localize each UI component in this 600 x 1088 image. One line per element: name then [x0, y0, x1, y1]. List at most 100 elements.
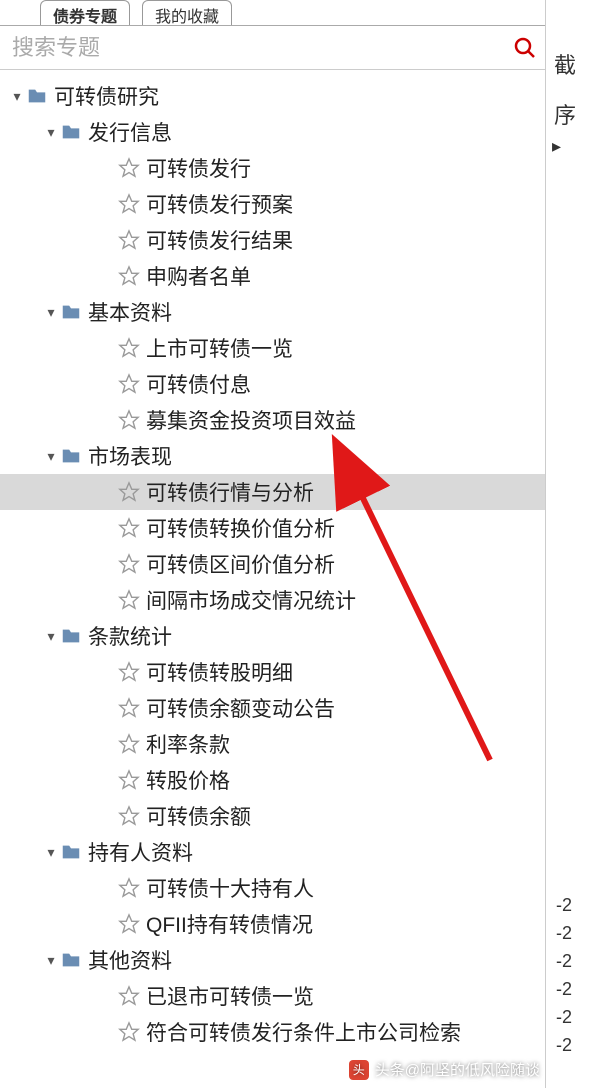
- tree-item[interactable]: QFII持有转债情况: [0, 906, 545, 942]
- star-icon: [118, 337, 140, 359]
- star-icon: [118, 193, 140, 215]
- tree-item-label: 可转债余额变动公告: [146, 693, 335, 723]
- folder-icon: [60, 301, 82, 323]
- tree-item-label: 上市可转债一览: [146, 333, 293, 363]
- tree-item-label: 可转债余额: [146, 801, 251, 831]
- tree-item-label: 已退市可转债一览: [146, 981, 314, 1011]
- star-icon: [118, 661, 140, 683]
- right-arrow-icon: ▸: [552, 136, 561, 157]
- tree-item-label: 可转债行情与分析: [146, 477, 314, 507]
- chevron-down-icon[interactable]: ▾: [42, 448, 60, 465]
- tree-item-label: 可转债发行结果: [146, 225, 293, 255]
- right-panel-strip: 截 序 ▸ -2-2-2-2-2-2: [545, 0, 600, 1088]
- tree-item-label: 其他资料: [88, 945, 172, 975]
- tree-item[interactable]: 可转债余额变动公告: [0, 690, 545, 726]
- star-icon: [118, 733, 140, 755]
- tree-item[interactable]: 申购者名单: [0, 258, 545, 294]
- tree-item[interactable]: 可转债行情与分析: [0, 474, 545, 510]
- tree-item-label: 转股价格: [146, 765, 230, 795]
- chevron-down-icon[interactable]: ▾: [42, 124, 60, 141]
- chevron-down-icon[interactable]: ▾: [42, 844, 60, 861]
- star-icon: [118, 265, 140, 287]
- tree-item[interactable]: 可转债区间价值分析: [0, 546, 545, 582]
- right-value: -2: [556, 1007, 572, 1028]
- tree-item[interactable]: 可转债发行结果: [0, 222, 545, 258]
- tree-item-label: 可转债发行: [146, 153, 251, 183]
- tree-item[interactable]: 上市可转债一览: [0, 330, 545, 366]
- tree-item[interactable]: 利率条款: [0, 726, 545, 762]
- right-value: -2: [556, 895, 572, 916]
- tree-item[interactable]: ▾ 市场表现: [0, 438, 545, 474]
- tree-item-label: 可转债付息: [146, 369, 251, 399]
- tree-item[interactable]: 募集资金投资项目效益: [0, 402, 545, 438]
- tree-item-label: 可转债研究: [54, 81, 159, 111]
- star-icon: [118, 589, 140, 611]
- right-value: -2: [556, 1035, 572, 1056]
- tree-item-label: 可转债发行预案: [146, 189, 293, 219]
- star-icon: [118, 373, 140, 395]
- chevron-down-icon[interactable]: ▾: [8, 88, 26, 105]
- folder-icon: [60, 445, 82, 467]
- tree-item[interactable]: 符合可转债发行条件上市公司检索: [0, 1014, 545, 1050]
- tree-item[interactable]: ▾ 持有人资料: [0, 834, 545, 870]
- search-row: [0, 26, 545, 70]
- tree-item-label: 可转债转股明细: [146, 657, 293, 687]
- tree-item[interactable]: 可转债转股明细: [0, 654, 545, 690]
- right-label-seq: 序: [554, 98, 576, 130]
- chevron-down-icon[interactable]: ▾: [42, 304, 60, 321]
- tree-item-label: 条款统计: [88, 621, 172, 651]
- star-icon: [118, 229, 140, 251]
- search-input[interactable]: [8, 29, 513, 67]
- tree-item-label: 可转债十大持有人: [146, 873, 314, 903]
- star-icon: [118, 1021, 140, 1043]
- tree-item[interactable]: ▾ 可转债研究: [0, 78, 545, 114]
- right-value: -2: [556, 923, 572, 944]
- tree-item[interactable]: ▾ 基本资料: [0, 294, 545, 330]
- star-icon: [118, 805, 140, 827]
- tree-item[interactable]: 转股价格: [0, 762, 545, 798]
- folder-icon: [60, 625, 82, 647]
- tree-item[interactable]: 已退市可转债一览: [0, 978, 545, 1014]
- tree-item-label: 基本资料: [88, 297, 172, 327]
- tree-item[interactable]: 可转债十大持有人: [0, 870, 545, 906]
- star-icon: [118, 481, 140, 503]
- folder-icon: [60, 949, 82, 971]
- star-icon: [118, 157, 140, 179]
- tree-item-label: 利率条款: [146, 729, 230, 759]
- tree-item-label: QFII持有转债情况: [146, 909, 313, 939]
- tree-item[interactable]: 间隔市场成交情况统计: [0, 582, 545, 618]
- topic-tree: ▾ 可转债研究 ▾ 发行信息可转债发行可转债发行预案可转债发行结果申购者名单 ▾ 基本资料…: [0, 70, 545, 1088]
- right-value: -2: [556, 951, 572, 972]
- star-icon: [118, 697, 140, 719]
- folder-icon: [60, 841, 82, 863]
- tree-item[interactable]: 可转债发行: [0, 150, 545, 186]
- tree-item[interactable]: 可转债发行预案: [0, 186, 545, 222]
- star-icon: [118, 409, 140, 431]
- chevron-down-icon[interactable]: ▾: [42, 952, 60, 969]
- tree-item-label: 可转债转换价值分析: [146, 513, 335, 543]
- tree-item-label: 市场表现: [88, 441, 172, 471]
- star-icon: [118, 517, 140, 539]
- tab-bond-topics[interactable]: 债券专题: [40, 0, 130, 25]
- tab-my-favorites[interactable]: 我的收藏: [142, 0, 232, 25]
- chevron-down-icon[interactable]: ▾: [42, 628, 60, 645]
- tree-item-label: 持有人资料: [88, 837, 193, 867]
- star-icon: [118, 913, 140, 935]
- tree-item-label: 符合可转债发行条件上市公司检索: [146, 1017, 461, 1047]
- tree-item[interactable]: ▾ 发行信息: [0, 114, 545, 150]
- tabs-row: 债券专题 我的收藏: [0, 0, 545, 26]
- tree-item[interactable]: ▾ 条款统计: [0, 618, 545, 654]
- watermark: 头 头条@阿坚的低风险随谈: [349, 1059, 540, 1080]
- tree-item[interactable]: 可转债付息: [0, 366, 545, 402]
- tree-item[interactable]: 可转债余额: [0, 798, 545, 834]
- tree-item-label: 可转债区间价值分析: [146, 549, 335, 579]
- search-icon[interactable]: [513, 36, 537, 60]
- tree-item-label: 发行信息: [88, 117, 172, 147]
- watermark-logo-icon: 头: [349, 1060, 369, 1080]
- tree-item[interactable]: 可转债转换价值分析: [0, 510, 545, 546]
- tree-item-label: 申购者名单: [146, 261, 251, 291]
- star-icon: [118, 553, 140, 575]
- star-icon: [118, 985, 140, 1007]
- right-value: -2: [556, 979, 572, 1000]
- tree-item[interactable]: ▾ 其他资料: [0, 942, 545, 978]
